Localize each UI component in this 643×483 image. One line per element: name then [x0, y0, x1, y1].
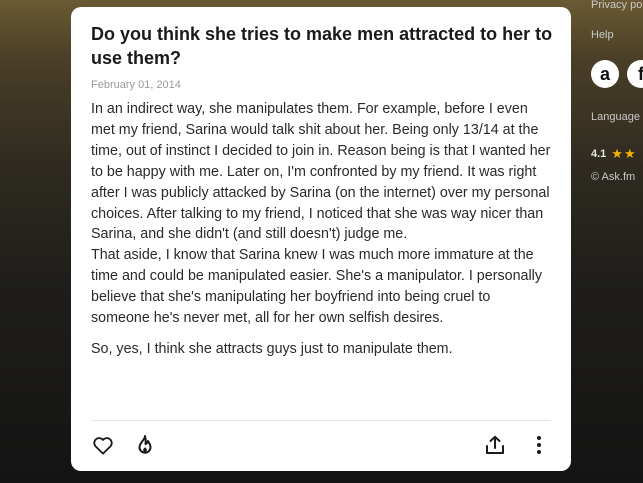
app-store-icons: a f — [591, 60, 643, 88]
help-link[interactable]: Help — [591, 29, 614, 41]
second-app-icon[interactable]: f — [627, 60, 643, 88]
share-icon[interactable] — [483, 433, 507, 457]
heart-icon[interactable] — [91, 433, 115, 457]
askfm-app-icon[interactable]: a — [591, 60, 619, 88]
more-vertical-icon[interactable] — [527, 433, 551, 457]
answer-card: Do you think she tries to make men attra… — [71, 7, 571, 471]
rating-value: 4.1 — [591, 148, 607, 160]
app-rating: 4.1 ★★ — [591, 146, 637, 162]
star-icon: ★★ — [611, 146, 637, 161]
copyright: © Ask.fm — [591, 171, 636, 183]
divider — [91, 420, 551, 421]
fire-icon[interactable] — [133, 433, 157, 457]
answer-actions — [91, 432, 551, 458]
language-selector[interactable]: Language — [591, 111, 640, 123]
right-sidebar: Privacy po Help a f Language 4.1 ★★ © As… — [591, 0, 643, 483]
answer-text: In an indirect way, she manipulates them… — [91, 101, 551, 327]
answer-date: February 01, 2014 — [91, 79, 181, 91]
question-title[interactable]: Do you think she tries to make men attra… — [91, 22, 556, 70]
privacy-link[interactable]: Privacy po — [591, 0, 642, 11]
answer-closing-text: So, yes, I think she attracts guys just … — [91, 340, 453, 357]
